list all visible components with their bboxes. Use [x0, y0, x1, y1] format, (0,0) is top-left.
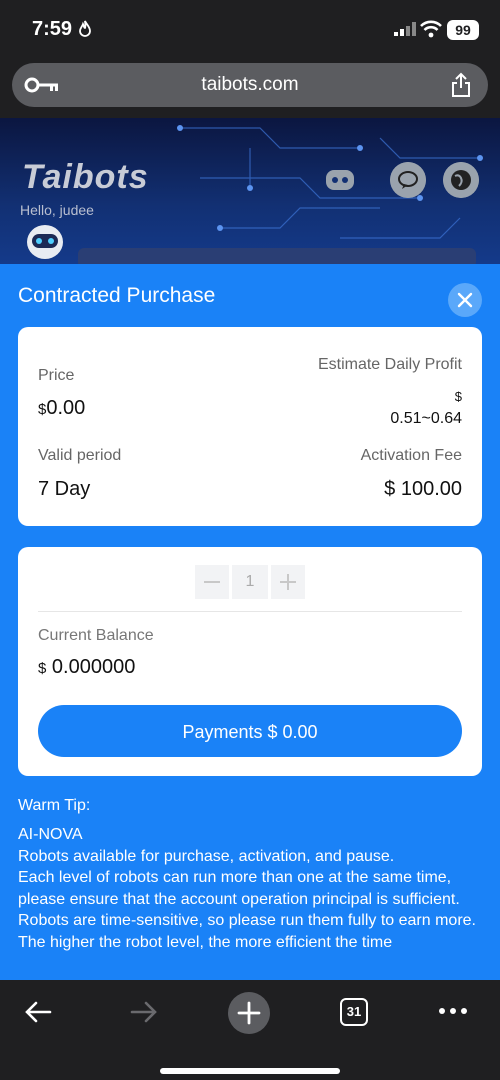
forward-arrow-icon[interactable] — [128, 996, 160, 1028]
price-amount: 0.00 — [46, 397, 86, 419]
notice-bar — [78, 248, 476, 264]
current-balance-value: $ 0.000000 — [38, 656, 135, 679]
daily-profit-value: 0.51~0.64 — [390, 410, 462, 427]
payment-card: 1 Current Balance $ 0.000000 Payments $ … — [18, 547, 482, 776]
home-indicator — [160, 1068, 340, 1074]
battery-indicator: 99 — [447, 20, 479, 40]
valid-period-value: 7 Day — [38, 478, 91, 500]
wifi-icon — [420, 20, 442, 38]
current-balance-label: Current Balance — [38, 627, 154, 644]
balance-currency: $ — [38, 660, 47, 677]
valid-period-label: Valid period — [38, 447, 122, 464]
tabs-count-button[interactable]: 31 — [340, 998, 368, 1026]
new-tab-plus-icon[interactable] — [228, 992, 270, 1034]
back-arrow-icon[interactable] — [22, 996, 54, 1028]
minus-icon[interactable] — [195, 565, 229, 599]
balance-amount: 0.000000 — [51, 656, 136, 678]
robot-head-icon[interactable] — [322, 162, 358, 198]
status-time: 7:59 — [32, 18, 73, 40]
decrement-button[interactable] — [195, 565, 229, 599]
flame-icon — [79, 20, 91, 37]
increment-button[interactable] — [271, 565, 305, 599]
robot-mascot-icon — [27, 225, 63, 259]
plus-icon[interactable] — [271, 565, 305, 599]
globe-icon[interactable] — [443, 162, 479, 198]
address-bar[interactable]: taibots.com — [12, 63, 488, 107]
share-icon[interactable] — [450, 72, 472, 98]
warm-tip-body: AI-NOVA Robots available for purchase, a… — [18, 826, 476, 951]
url-text[interactable]: taibots.com — [12, 74, 488, 96]
more-options-icon[interactable] — [438, 1006, 468, 1016]
price-value: $0.00 — [38, 397, 85, 420]
cellular-signal-icon — [394, 22, 416, 36]
quantity-value[interactable]: 1 — [232, 565, 268, 599]
payments-button[interactable]: Payments $ 0.00 — [38, 705, 462, 757]
sheet-title: Contracted Purchase — [18, 284, 216, 307]
daily-profit-currency: $ — [454, 389, 462, 404]
purchase-sheet: Contracted Purchase Price $0.00 Estimate… — [0, 264, 500, 992]
close-icon[interactable] — [448, 283, 482, 317]
warm-tip-title: Warm Tip: — [18, 797, 91, 814]
chat-icon[interactable] — [390, 162, 426, 198]
close-button[interactable] — [448, 283, 482, 317]
robot-info-card: Price $0.00 Estimate Daily Profit $ 0.51… — [18, 327, 482, 526]
status-bar: 7:59 99 — [0, 0, 500, 60]
daily-profit-label: Estimate Daily Profit — [317, 356, 462, 373]
activation-fee-value: $ 100.00 — [384, 478, 462, 500]
website-header: Taibots Hello, judee — [0, 118, 500, 264]
greeting-text: Hello, judee — [20, 202, 94, 218]
quantity-stepper: 1 — [195, 565, 305, 599]
browser-toolbar: 31 — [0, 980, 500, 1080]
divider — [38, 611, 462, 612]
price-label: Price — [38, 367, 75, 384]
site-logo: Taibots — [22, 158, 149, 196]
activation-fee-label: Activation Fee — [360, 447, 462, 464]
